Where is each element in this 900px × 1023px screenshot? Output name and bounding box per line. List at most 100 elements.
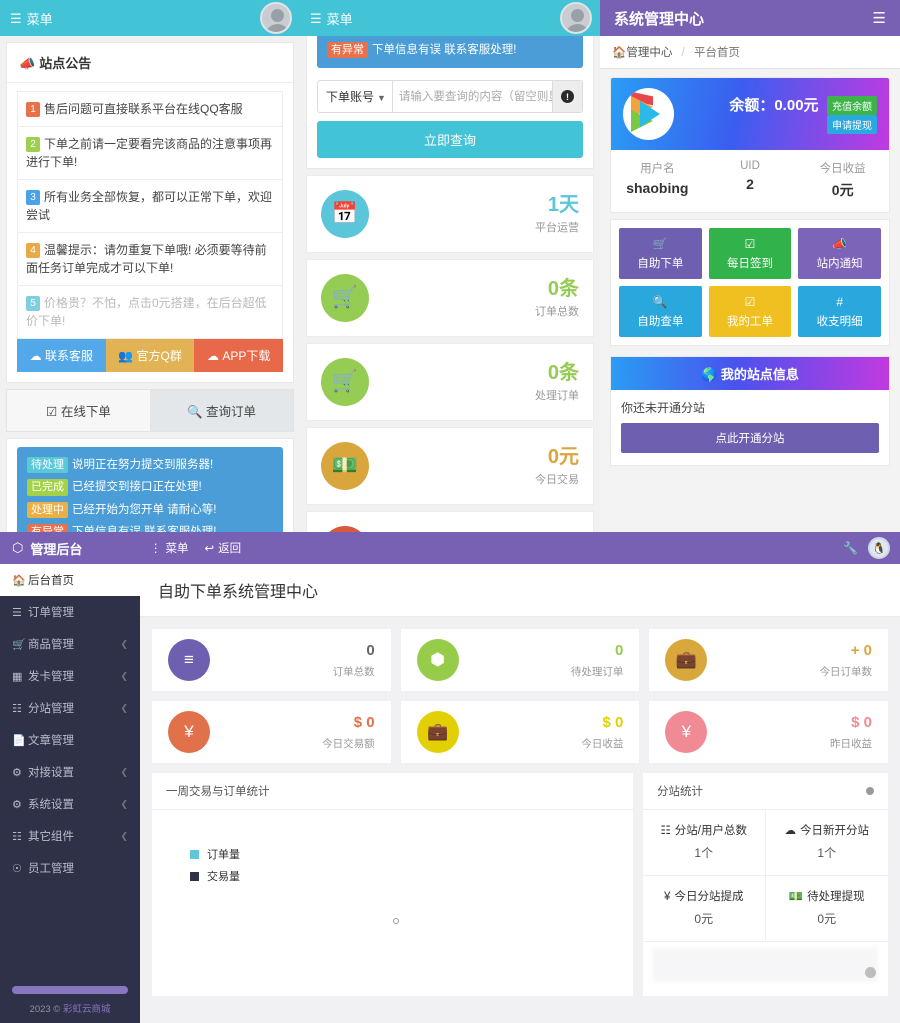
- legend-entry-turnover[interactable]: 交易量: [190, 868, 240, 884]
- item-number: 3: [26, 190, 40, 205]
- search-icon: 🔍: [652, 295, 668, 309]
- legend-entry-orders[interactable]: 订单量: [190, 846, 240, 862]
- user-avatar-icon[interactable]: [260, 2, 292, 34]
- stat-card: 🕐 10:49:41当前时间: [306, 511, 594, 532]
- sidebar-item-components[interactable]: ☷ 其它组件 ❮: [0, 820, 140, 852]
- search-icon: 🔍: [186, 405, 203, 419]
- chart-legend: 订单量 交易量: [190, 846, 240, 890]
- mobile-mid-header: ☰ 菜单: [300, 0, 600, 36]
- stat-label: 平台运营: [535, 221, 579, 234]
- sidebar-item-staff[interactable]: ☉ 员工管理: [0, 852, 140, 884]
- wrench-icon[interactable]: 🔧: [843, 541, 858, 555]
- legend-swatch: [190, 871, 199, 881]
- announcement-header: 📣 站点公告: [7, 43, 293, 83]
- sidebar-item-cards[interactable]: ▦ 发卡管理 ❮: [0, 660, 140, 692]
- cart-icon: 🛒: [321, 358, 369, 407]
- no-substation-text: 你还未开通分站: [621, 401, 706, 415]
- user-avatar-icon[interactable]: [560, 2, 592, 34]
- quick-action-site-notice[interactable]: 📣 站内通知: [798, 228, 881, 279]
- sidebar-copyright: 2023 © 彩虹云商城: [12, 1001, 128, 1015]
- balance-label: 余额：: [729, 97, 775, 114]
- tab-query-order[interactable]: 🔍 查询订单: [150, 390, 293, 431]
- sidebar-item-articles[interactable]: 📄 文章管理: [0, 724, 140, 756]
- admin-lower-row: 一周交易与订单统计 订单量 交易量 分站统计 ☷ 分站/用户总数 1个 ☁ 今日…: [140, 763, 900, 996]
- recharge-button[interactable]: 充值余额: [827, 96, 877, 115]
- hexagon-icon: ⬢: [416, 639, 459, 681]
- quick-action-transactions[interactable]: # 收支明细: [798, 286, 881, 337]
- hamburger-icon[interactable]: ☰: [873, 9, 886, 27]
- mobile-panels-row: ☰ 菜单 📣 站点公告 1 售后问题可直接联系平台在线QQ客服 2 下单之前请一定要看…: [0, 0, 900, 532]
- stat-value: 1天: [547, 193, 579, 216]
- stat-label: 昨日收益: [830, 737, 872, 750]
- brand-name: 彩虹云商城: [62, 1004, 111, 1015]
- mid-query-body: 有异常下单信息有误 联系客服处理! 下单账号▼ 请输入要查询的内容（留空则显示 …: [307, 36, 593, 168]
- quick-action-daily-checkin[interactable]: ☑ 每日签到: [708, 228, 792, 279]
- mid-query-card: 有异常下单信息有误 联系客服处理! 下单账号▼ 请输入要查询的内容（留空则显示 …: [306, 36, 594, 170]
- topnav-menu[interactable]: ⋮ 菜单: [150, 540, 189, 556]
- qq-penguin-avatar-icon[interactable]: 🐧: [868, 537, 890, 559]
- stat-value: 1个: [817, 846, 837, 860]
- copyright-year: 2023 ©: [29, 1004, 61, 1015]
- legend-row: 处理中 已经开始为您开单 请耐心等!: [27, 501, 273, 518]
- item-text: 价格贵？不怕，点击0元搭建，在后台超低价下单!: [26, 296, 267, 328]
- order-tabs: ☑ 在线下单 🔍 查询订单: [6, 389, 294, 432]
- submit-query-button[interactable]: 立即查询: [317, 121, 583, 159]
- card-title: 我的站点信息: [720, 367, 799, 382]
- item-text: 温馨提示：请勿重复下单哦! 必须要等待前面任务订单完成才可以下单!: [26, 243, 267, 275]
- list-item: 4 温馨提示：请勿重复下单哦! 必须要等待前面任务订单完成才可以下单!: [18, 233, 282, 286]
- sidebar-footer: 2023 © 彩虹云商城: [0, 986, 140, 1023]
- search-input[interactable]: 请输入要查询的内容（留空则显示: [393, 81, 552, 112]
- withdraw-button[interactable]: 申请提现: [827, 115, 877, 134]
- sidebar-item-label: 对接设置: [28, 767, 74, 779]
- hamburger-icon[interactable]: ☰: [10, 12, 22, 25]
- info-label: UID: [740, 160, 760, 172]
- item-text: 所有业务全部恢复，都可以正常下单，欢迎尝试: [26, 190, 273, 222]
- circle-dot-icon[interactable]: [866, 787, 874, 795]
- sidebar-item-settings[interactable]: ⚙ 系统设置 ❮: [0, 788, 140, 820]
- legend-text: 已经提交到接口正在处理!: [72, 481, 202, 494]
- query-type-select[interactable]: 下单账号 ▼: [318, 81, 393, 113]
- button-label: 自助查单: [637, 316, 684, 328]
- stat-value: 0元: [547, 445, 579, 468]
- contact-support-button[interactable]: ☁ 联系客服: [17, 339, 106, 372]
- chevron-right-icon: ❮: [120, 638, 128, 649]
- sidebar-item-products[interactable]: 🛒 商品管理 ❮: [0, 628, 140, 660]
- app-download-button[interactable]: ☁ APP下载: [194, 339, 284, 372]
- stat-value: 0条: [547, 277, 579, 300]
- info-icon[interactable]: !: [552, 81, 582, 113]
- substation-stat-total: ☷ 分站/用户总数 1个: [643, 810, 766, 876]
- info-icon[interactable]: [865, 967, 876, 978]
- chevron-right-icon: ❮: [120, 798, 128, 809]
- topnav-back[interactable]: ↩ 返回: [205, 540, 242, 556]
- legend-row: 待处理 说明正在努力提交到服务器!: [27, 457, 273, 474]
- legend-text: 下单信息有误 联系客服处理!: [372, 44, 517, 56]
- obscured-region: [643, 942, 888, 988]
- legend-text: 已经开始为您开单 请耐心等!: [72, 503, 217, 516]
- announcement-body: 1 售后问题可直接联系平台在线QQ客服 2 下单之前请一定要看完该商品的注意事项再进…: [7, 83, 293, 382]
- open-substation-button[interactable]: 点此开通分站: [621, 423, 879, 453]
- cube-icon: ⬡: [12, 540, 24, 555]
- menu-label[interactable]: 菜单: [27, 9, 53, 28]
- tab-online-order[interactable]: ☑ 在线下单: [7, 390, 150, 431]
- quick-action-self-order[interactable]: 🛒 自助下单: [619, 228, 702, 279]
- home-icon: 🏠: [12, 574, 26, 587]
- admin-panel: ⬡ 管理后台 ⋮ 菜单 ↩ 返回 🔧 🐧 🏠 后台首页 ☰ 订单管理 🛒 商品管…: [0, 532, 900, 1023]
- puzzle-icon: ☷: [12, 830, 22, 843]
- sidebar-item-substations[interactable]: ☷ 分站管理 ❮: [0, 692, 140, 724]
- sidebar-item-orders[interactable]: ☰ 订单管理: [0, 596, 140, 628]
- qq-group-button[interactable]: 👥 官方Q群: [105, 339, 195, 372]
- hamburger-icon[interactable]: ☰: [310, 12, 322, 25]
- menu-label[interactable]: 菜单: [327, 9, 353, 28]
- sidebar-item-integration[interactable]: ⚙ 对接设置 ❮: [0, 756, 140, 788]
- quick-action-my-tickets[interactable]: ☑ 我的工单: [708, 286, 792, 337]
- quick-action-self-query[interactable]: 🔍 自助查单: [619, 286, 702, 337]
- screenshot-root: ☰ 菜单 📣 站点公告 1 售后问题可直接联系平台在线QQ客服 2 下单之前请一定要看…: [0, 0, 900, 1023]
- sidebar-item-home[interactable]: 🏠 后台首页: [0, 564, 140, 596]
- status-badge: 处理中: [27, 501, 68, 518]
- substation-stat-commission: ¥ 今日分站提成 0元: [643, 876, 766, 942]
- breadcrumb-home[interactable]: 管理中心: [626, 47, 672, 59]
- stat-value: $ 0: [353, 713, 375, 731]
- list-item: 3 所有业务全部恢复，都可以正常下单，欢迎尝试: [18, 180, 282, 233]
- admin-logo[interactable]: ⬡ 管理后台: [0, 539, 140, 558]
- article-icon: 📄: [12, 734, 26, 747]
